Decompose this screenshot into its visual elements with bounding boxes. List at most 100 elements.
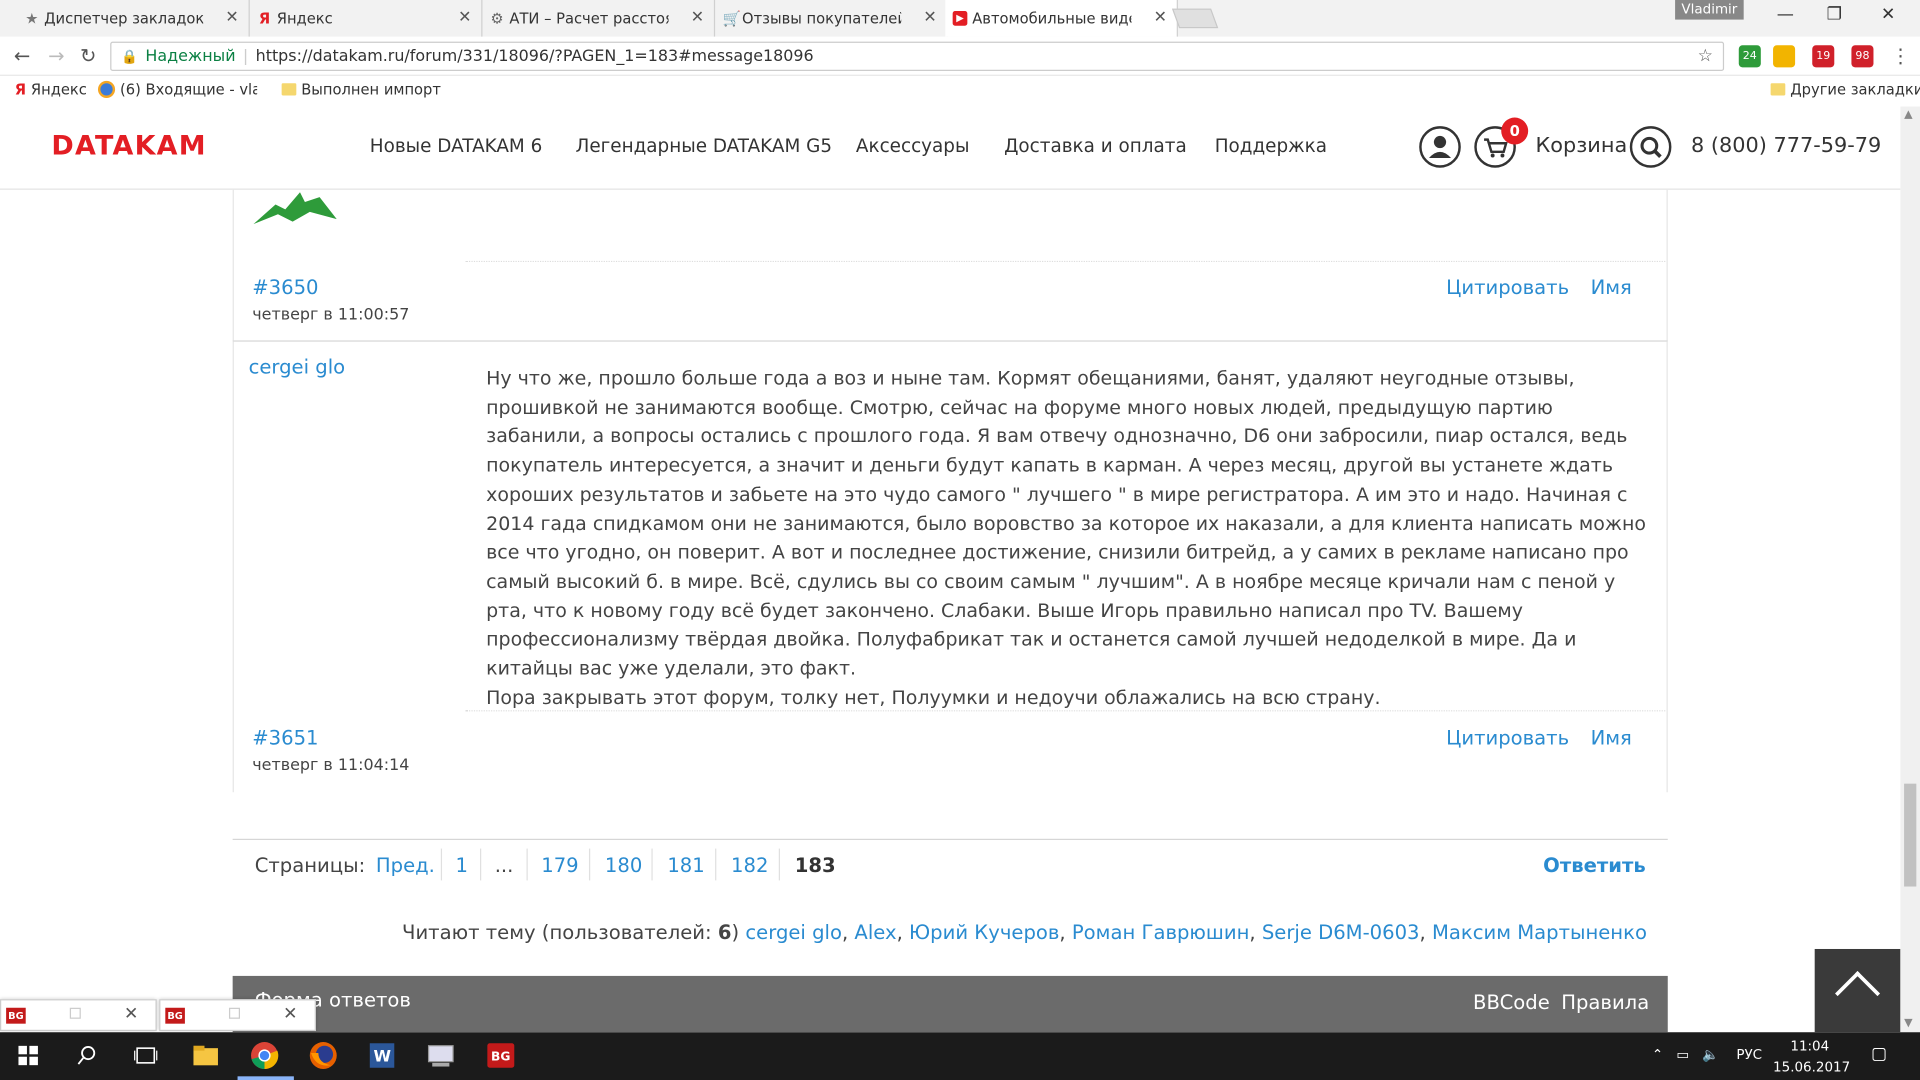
nav-support[interactable]: Поддержка xyxy=(1215,135,1327,157)
bg-app-icon[interactable]: BG xyxy=(485,1040,517,1072)
forward-icon[interactable]: → xyxy=(44,44,68,67)
close-icon[interactable]: ✕ xyxy=(691,9,704,27)
language-indicator[interactable]: РУС xyxy=(1736,1047,1762,1063)
bookmark-yandex[interactable]: Я Яндекс xyxy=(15,81,87,98)
tab-ati[interactable]: ⚙ АТИ – Расчет расстояния ✕ xyxy=(482,0,716,37)
yandex-icon: Я xyxy=(14,80,27,98)
volume-icon[interactable]: 🔈 xyxy=(1702,1047,1719,1063)
reader-user-link[interactable]: Максим Мартыненко xyxy=(1432,921,1647,944)
chevron-up-icon[interactable]: ⌃ xyxy=(1652,1047,1663,1063)
nav-new-datakam6[interactable]: Новые DATAKAM 6 xyxy=(370,135,543,157)
pager-page[interactable]: 1 xyxy=(456,853,468,876)
tab-reviews[interactable]: 🛒 Отзывы покупателей о ✕ xyxy=(715,0,948,37)
nav-delivery[interactable]: Доставка и оплата xyxy=(1004,135,1187,157)
name-button[interactable]: Имя xyxy=(1591,726,1632,749)
chevron-up-icon xyxy=(1835,971,1881,1017)
adblock-extension-icon[interactable]: 19 xyxy=(1812,45,1835,68)
close-icon[interactable]: ✕ xyxy=(1154,9,1167,27)
scroll-down-icon[interactable]: ▼ xyxy=(1904,1018,1912,1030)
chrome-icon[interactable] xyxy=(249,1040,281,1072)
page-scrollbar[interactable]: ▲ ▼ xyxy=(1900,106,1920,1033)
minimized-window[interactable]: BG ✕ xyxy=(0,999,157,1032)
pager-page[interactable]: 182 xyxy=(731,853,768,876)
divider xyxy=(778,848,781,881)
pager-label: Страницы: xyxy=(254,853,366,877)
phone-number[interactable]: 8 (800) 777-59-79 xyxy=(1691,133,1881,157)
close-window-icon[interactable]: ✕ xyxy=(1864,5,1913,25)
bbcode-link[interactable]: BBCode xyxy=(1473,991,1550,1014)
shield-extension-icon[interactable]: 24 xyxy=(1738,45,1761,68)
reader-user-link[interactable]: Alex xyxy=(854,921,896,944)
tab-yandex[interactable]: Я Яндекс ✕ xyxy=(250,0,483,37)
bookmark-extension-icon[interactable] xyxy=(1773,45,1796,68)
pagination: Страницы: Пред. 1 ... 179 180 181 182 18… xyxy=(233,839,1668,893)
bookmark-star-icon[interactable]: ☆ xyxy=(1698,47,1713,67)
pager-page[interactable]: 179 xyxy=(541,853,578,876)
cart-label[interactable]: Корзина xyxy=(1536,133,1628,157)
reply-button[interactable]: Ответить xyxy=(1543,853,1646,876)
reply-form-header: Форма ответов BBCode Правила xyxy=(232,975,1668,1033)
divider xyxy=(480,848,482,881)
divider xyxy=(588,848,591,881)
profile-name[interactable]: Vladimir xyxy=(1675,0,1744,20)
gear-icon: ⚙ xyxy=(490,9,504,27)
other-bookmarks[interactable]: Другие закладки xyxy=(1770,81,1920,98)
reader-user-link[interactable]: Юрий Кучеров xyxy=(909,921,1059,944)
post-text-closing: Пора закрывать этот форум, толку нет, По… xyxy=(486,686,1381,709)
nav-accessories[interactable]: Аксессуары xyxy=(856,135,970,157)
nav-legendary-g5[interactable]: Легендарные DATAKAM G5 xyxy=(576,135,833,157)
control-panel-icon[interactable] xyxy=(425,1040,457,1072)
close-icon[interactable]: ✕ xyxy=(283,1004,297,1024)
new-tab-button[interactable] xyxy=(1171,8,1219,29)
word-icon[interactable]: W xyxy=(366,1040,398,1072)
search-icon[interactable] xyxy=(71,1040,103,1072)
windows-start-icon[interactable] xyxy=(12,1040,44,1072)
name-button[interactable]: Имя xyxy=(1591,276,1632,299)
bookmark-imported[interactable]: Выполнен импорт xyxy=(281,81,441,98)
scroll-up-icon[interactable]: ▲ xyxy=(1904,109,1912,121)
scrollbar-thumb[interactable] xyxy=(1904,783,1917,887)
tab-datakam-active[interactable]: ▶ Автомобильные видеор ✕ xyxy=(945,0,1178,37)
maximize-icon[interactable] xyxy=(69,1007,81,1019)
firefox-icon[interactable] xyxy=(307,1040,339,1072)
minimized-window[interactable]: BG ✕ xyxy=(159,999,316,1032)
notifications-icon[interactable]: ▢ xyxy=(1871,1044,1887,1064)
system-clock[interactable]: 11:04 15.06.2017 xyxy=(1773,1036,1850,1078)
star-icon: ★ xyxy=(25,9,39,27)
site-logo[interactable]: DATAKAM xyxy=(51,131,206,162)
scroll-to-top-button[interactable] xyxy=(1814,948,1901,1033)
file-explorer-icon[interactable] xyxy=(190,1040,222,1072)
red-extension-icon[interactable]: 98 xyxy=(1851,45,1874,68)
close-icon[interactable]: ✕ xyxy=(124,1004,138,1024)
address-bar[interactable]: 🔒 Надежный | https://datakam.ru/forum/33… xyxy=(110,41,1725,72)
tab-bookmark-manager[interactable]: ★ Диспетчер закладок ✕ xyxy=(17,0,250,37)
reader-user-link[interactable]: Serje D6M-0603 xyxy=(1262,921,1420,944)
reload-icon[interactable]: ↻ xyxy=(76,44,100,67)
back-icon[interactable]: ← xyxy=(10,44,34,67)
post-number-link[interactable]: #3650 xyxy=(252,276,318,299)
post-author-link[interactable]: cergei glo xyxy=(249,355,346,378)
pager-prev[interactable]: Пред. xyxy=(376,853,435,876)
url-text[interactable]: https://datakam.ru/forum/331/18096/?PAGE… xyxy=(256,47,814,65)
bookmark-mail[interactable]: (6) Входящие - vladim xyxy=(97,80,257,98)
reader-user-link[interactable]: cergei glo xyxy=(745,921,842,944)
post-number-link[interactable]: #3651 xyxy=(252,726,318,749)
close-icon[interactable]: ✕ xyxy=(225,9,238,27)
quote-button[interactable]: Цитировать xyxy=(1446,726,1569,749)
quote-button[interactable]: Цитировать xyxy=(1446,276,1569,299)
pager-page[interactable]: 180 xyxy=(605,853,642,876)
menu-icon[interactable]: ⋮ xyxy=(1888,44,1912,67)
bg-app-icon: BG xyxy=(6,1007,26,1024)
close-icon[interactable]: ✕ xyxy=(458,9,471,27)
user-account-icon[interactable] xyxy=(1419,126,1461,168)
close-icon[interactable]: ✕ xyxy=(923,9,936,27)
maximize-icon[interactable] xyxy=(228,1007,241,1019)
search-icon[interactable] xyxy=(1629,126,1672,168)
task-view-icon[interactable] xyxy=(130,1040,162,1072)
pager-page[interactable]: 181 xyxy=(667,853,704,876)
maximize-icon[interactable]: ❐ xyxy=(1810,5,1859,25)
minimize-icon[interactable]: — xyxy=(1761,5,1810,25)
reader-user-link[interactable]: Роман Гаврюшин xyxy=(1072,921,1250,944)
network-icon[interactable]: ▭ xyxy=(1676,1047,1689,1063)
rules-link[interactable]: Правила xyxy=(1561,991,1649,1014)
